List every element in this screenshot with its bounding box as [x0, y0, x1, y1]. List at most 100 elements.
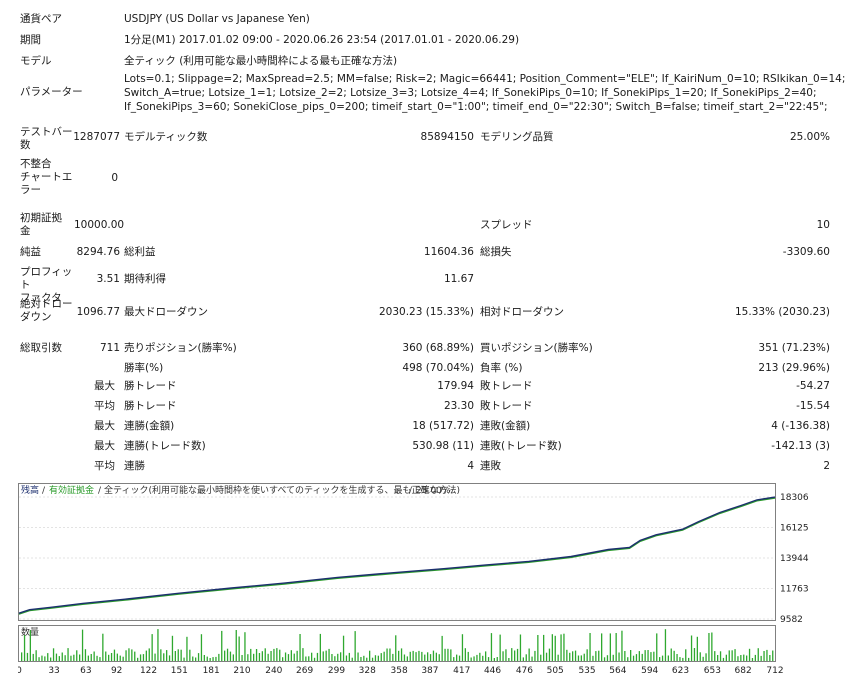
volume-bar: [656, 633, 658, 661]
volume-bar: [73, 654, 75, 661]
volume-bar: [125, 650, 127, 661]
volume-bar: [424, 654, 426, 661]
volume-bar: [415, 652, 417, 661]
consec-loss-amount-value: 4 (-136.38): [771, 420, 830, 432]
volume-bar: [229, 651, 232, 661]
volume-bar: [458, 655, 461, 661]
net-value: 8294.76: [76, 246, 120, 258]
volume-bar: [261, 651, 263, 661]
volume-bar: [305, 656, 307, 661]
volume-bar: [52, 648, 55, 661]
volume-bar: [87, 655, 89, 661]
max-loss-value: -54.27: [796, 380, 830, 392]
volume-bar: [719, 651, 722, 661]
volume-bar: [137, 657, 139, 661]
volume-bar: [743, 654, 745, 661]
gross-profit-value: 11604.36: [423, 246, 474, 258]
x-tick-label: 682: [735, 666, 752, 676]
volume-bar: [519, 634, 522, 661]
volume-bar: [177, 649, 179, 661]
avg-consec-win-label: 連勝: [124, 460, 145, 472]
volume-bar: [154, 653, 156, 661]
volume-bar: [145, 650, 147, 661]
volume-bar: [557, 654, 559, 661]
volume-bar: [609, 633, 611, 661]
volume-bar: [113, 649, 116, 661]
volume-bar: [432, 650, 435, 661]
volume-bar: [328, 648, 330, 661]
volume-bar: [598, 650, 600, 661]
volume-bar: [264, 648, 266, 661]
volume-bar: [496, 657, 498, 661]
x-tick-label: 476: [516, 666, 533, 676]
volume-bar: [93, 651, 95, 661]
x-tick-label: 299: [328, 666, 345, 676]
volume-bar: [699, 652, 701, 661]
ticks-value: 85894150: [420, 131, 474, 143]
volume-bar: [232, 654, 234, 661]
volume-bar: [84, 649, 87, 661]
volume-bar: [766, 649, 768, 661]
volume-bar: [624, 651, 626, 661]
volume-bar: [296, 650, 298, 661]
max-drawdown-label: 最大ドローダウン: [124, 306, 208, 318]
x-tick-label: 122: [140, 666, 157, 676]
volume-bar: [316, 652, 319, 661]
x-tick-label: 269: [296, 666, 313, 676]
x-tick-label: 387: [421, 666, 438, 676]
volume-bar: [203, 655, 205, 661]
volume-bar: [688, 657, 690, 661]
volume-bar: [554, 635, 556, 661]
quality-label: モデリング品質: [480, 131, 554, 143]
volume-bar: [592, 655, 594, 661]
volume-bar: [757, 648, 759, 661]
x-tick-label: 535: [578, 666, 595, 676]
y-tick-label: 9582: [780, 615, 803, 625]
volume-bar: [64, 655, 66, 661]
volume-bar: [566, 649, 568, 661]
volume-bar: [618, 652, 620, 661]
volume-bar: [186, 636, 188, 661]
volume-bar: [110, 653, 113, 661]
volume-bar: [134, 651, 136, 661]
volume-bar: [714, 651, 716, 661]
volume-bar: [345, 655, 348, 661]
spread-value: 10: [816, 219, 830, 231]
volume-bar: [685, 649, 687, 661]
volume-bar: [621, 630, 623, 661]
x-tick-label: 151: [171, 666, 188, 676]
volume-bar: [635, 654, 638, 661]
period-label: 期間: [20, 34, 41, 46]
avg-win-value: 23.30: [443, 400, 474, 412]
volume-bar: [429, 654, 432, 661]
abs-drawdown-value: 1096.77: [76, 306, 120, 318]
consec-loss-amount-label: 連敗(金額): [480, 420, 531, 432]
volume-bar: [366, 657, 368, 661]
volume-bar: [679, 657, 681, 661]
balance-chart: 残高 / 有効証拠金 / 全ティック(利用可能な最小時間枠を使いすべてのティック…: [18, 483, 809, 676]
legend-balance: 残高: [21, 484, 39, 496]
volume-bar: [105, 651, 107, 661]
volume-bar: [728, 650, 730, 661]
volume-bar: [563, 633, 565, 661]
volume-bar: [615, 633, 617, 661]
volume-bar: [226, 648, 229, 661]
volume-bar: [670, 648, 672, 661]
volume-bar: [348, 652, 350, 661]
volume-bar: [369, 650, 371, 661]
legend-equity: 有効証拠金: [49, 484, 94, 496]
volume-bar: [35, 650, 37, 661]
model-label: モデル: [20, 55, 52, 67]
volume-bar: [612, 654, 614, 661]
legend-quality: 25.00%: [416, 486, 451, 496]
volume-bar: [487, 657, 490, 661]
volume-bar: [705, 653, 707, 661]
net-label: 純益: [20, 246, 41, 258]
volume-bar: [548, 648, 551, 661]
volume-bar: [731, 650, 733, 661]
x-tick-label: 0: [18, 666, 22, 676]
volume-bar: [627, 657, 629, 661]
legend-model: 全ティック(利用可能な最小時間枠を使いすべてのティックを生成する、最も正確な方法…: [104, 484, 460, 496]
spread-label: スプレッド: [480, 219, 533, 231]
volume-bar: [667, 655, 669, 661]
